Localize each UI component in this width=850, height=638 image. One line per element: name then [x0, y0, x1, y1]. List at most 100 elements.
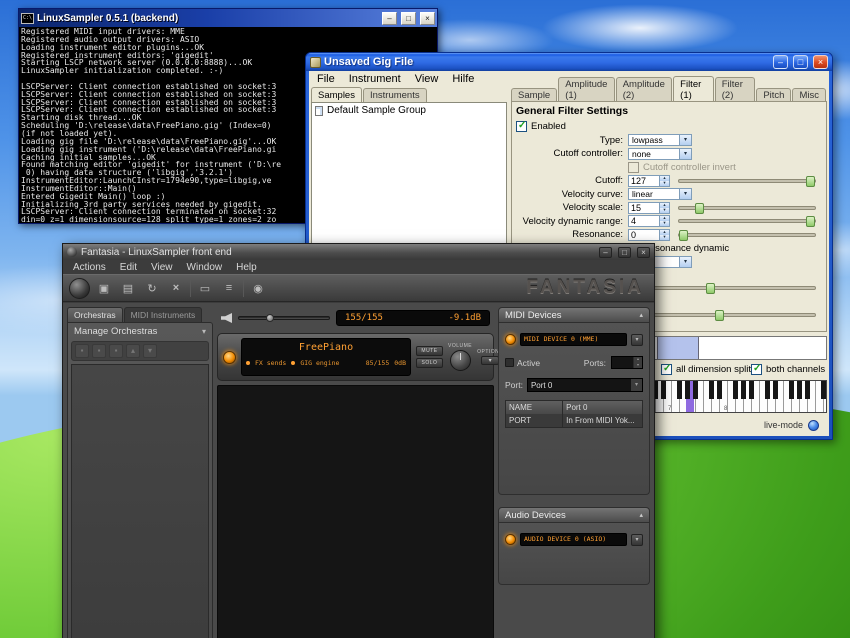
slider-handle[interactable]: [679, 230, 688, 241]
tab-sample[interactable]: Sample: [511, 88, 557, 102]
spinner-arrows-icon[interactable]: ▴▾: [659, 203, 669, 213]
velocity-dynamic-range-spinner[interactable]: 4 ▴▾: [628, 215, 670, 227]
audio-device-power-button[interactable]: [505, 534, 516, 545]
options-button[interactable]: ▾: [481, 356, 499, 365]
table-row[interactable]: PORT In From MIDI Yok...: [506, 414, 642, 427]
spinner-arrows-icon[interactable]: ▴▾: [659, 230, 669, 240]
fantasia-minimize-button[interactable]: –: [599, 247, 612, 258]
fantasia-close-button[interactable]: ×: [637, 247, 650, 258]
tree-item-default-sample-group[interactable]: Default Sample Group: [315, 105, 503, 116]
midi-devices-header[interactable]: MIDI Devices ▴: [498, 307, 650, 323]
midi-monitor-icon[interactable]: [195, 279, 215, 298]
filter-extra-slider-1[interactable]: [632, 286, 816, 290]
both-channels-checkbox[interactable]: [751, 364, 762, 375]
edit-orchestra-icon[interactable]: ▪: [109, 344, 123, 358]
gigedit-close-button[interactable]: ×: [813, 55, 828, 69]
volume-knob[interactable]: [450, 350, 471, 371]
channels-background-area[interactable]: [217, 385, 494, 638]
open-icon[interactable]: [118, 279, 138, 298]
velocity-scale-slider[interactable]: [678, 206, 816, 210]
velocity-curve-select[interactable]: linear: [628, 188, 692, 200]
gigedit-titlebar[interactable]: Unsaved Gig File – □ ×: [306, 53, 832, 71]
fantasia-maximize-button[interactable]: □: [618, 247, 631, 258]
fantasia-logo-button[interactable]: [69, 278, 90, 299]
console-close-button[interactable]: ×: [420, 12, 435, 25]
menu-hilfe[interactable]: Hilfe: [445, 72, 481, 86]
move-down-icon[interactable]: ▾: [143, 344, 157, 358]
new-channel-icon[interactable]: [94, 279, 114, 298]
active-checkbox[interactable]: [505, 358, 514, 367]
manage-orchestras-header[interactable]: Manage Orchestras ▾: [68, 323, 212, 340]
menu-actions[interactable]: Actions: [66, 262, 113, 273]
menu-instrument[interactable]: Instrument: [342, 72, 408, 86]
midi-device-menu-button[interactable]: ▾: [631, 334, 643, 346]
tab-orchestras[interactable]: Orchestras: [67, 307, 123, 322]
ports-spinner[interactable]: ▴▾: [611, 356, 643, 369]
spinner-arrows-icon[interactable]: ▴▾: [659, 216, 669, 226]
add-orchestra-icon[interactable]: ▪: [75, 344, 89, 358]
instruments-db-icon[interactable]: [219, 279, 239, 298]
tab-pitch[interactable]: Pitch: [756, 88, 791, 102]
orchestras-list[interactable]: [71, 364, 209, 638]
cutoff-slider[interactable]: [678, 179, 816, 183]
console-minimize-button[interactable]: –: [382, 12, 397, 25]
slider-knob[interactable]: [266, 314, 274, 322]
engine-label[interactable]: GIG engine: [300, 359, 339, 367]
cutoff-controller-select[interactable]: none: [628, 148, 692, 160]
slider-handle[interactable]: [706, 283, 715, 294]
mute-button[interactable]: MUTE: [416, 346, 443, 356]
filter-extra-slider-2[interactable]: [632, 313, 816, 317]
tab-samples[interactable]: Samples: [311, 87, 362, 102]
resonance-spinner[interactable]: 0 ▴▾: [628, 229, 670, 241]
master-volume-slider[interactable]: [238, 316, 330, 320]
refresh-icon[interactable]: [142, 279, 162, 298]
sampler-channel-strip[interactable]: FreePiano FX sends GIG engine 85/155 0dB…: [217, 333, 494, 381]
preferences-icon[interactable]: [248, 279, 268, 298]
audio-devices-header[interactable]: Audio Devices ▴: [498, 507, 650, 523]
solo-button[interactable]: SOLO: [416, 358, 443, 368]
velocity-scale-spinner[interactable]: 15 ▴▾: [628, 202, 670, 214]
slider-handle[interactable]: [695, 203, 704, 214]
port-select[interactable]: Port 0 ▾: [527, 378, 643, 392]
reset-sampler-icon[interactable]: [166, 279, 186, 298]
tab-midi-instruments[interactable]: MIDI Instruments: [124, 307, 203, 322]
resonance-slider[interactable]: [678, 233, 816, 237]
enabled-checkbox[interactable]: [516, 121, 527, 132]
velocity-dynamic-range-slider[interactable]: [678, 219, 816, 223]
tab-filter-2[interactable]: Filter (2): [715, 77, 756, 102]
gigedit-minimize-button[interactable]: –: [773, 55, 788, 69]
gigedit-maximize-button[interactable]: □: [793, 55, 808, 69]
channel-power-button[interactable]: [223, 351, 236, 364]
audio-device-menu-button[interactable]: ▾: [631, 534, 643, 546]
menu-file[interactable]: File: [310, 72, 342, 86]
midi-device-power-button[interactable]: [505, 334, 516, 345]
menu-window[interactable]: Window: [180, 262, 230, 273]
console-maximize-button[interactable]: □: [401, 12, 416, 25]
menu-view[interactable]: View: [408, 72, 446, 86]
cutoff-controller-invert-checkbox[interactable]: [628, 162, 639, 173]
slider-handle[interactable]: [806, 216, 815, 227]
tab-instruments[interactable]: Instruments: [363, 88, 427, 102]
type-select[interactable]: lowpass: [628, 134, 692, 146]
remove-orchestra-icon[interactable]: ▪: [92, 344, 106, 358]
spinner-arrows-icon[interactable]: ▴▾: [633, 357, 642, 368]
tab-amplitude-2[interactable]: Amplitude (2): [616, 77, 672, 102]
slider-handle[interactable]: [715, 310, 724, 321]
all-dimension-splits-checkbox[interactable]: [661, 364, 672, 375]
menu-help[interactable]: Help: [229, 262, 264, 273]
tab-amplitude-1[interactable]: Amplitude (1): [558, 77, 614, 102]
menu-edit[interactable]: Edit: [113, 262, 144, 273]
menu-view[interactable]: View: [144, 262, 180, 273]
selected-zone-segment[interactable]: [657, 337, 699, 359]
fantasia-titlebar[interactable]: Fantasia - LinuxSampler front end – □ ×: [63, 244, 654, 260]
tab-misc[interactable]: Misc: [792, 88, 826, 102]
slider-handle[interactable]: [806, 176, 815, 187]
cutoff-spinner[interactable]: 127 ▴▾: [628, 175, 670, 187]
fx-sends-label[interactable]: FX sends: [255, 359, 286, 367]
spinner-arrows-icon[interactable]: ▴▾: [659, 176, 669, 186]
move-up-icon[interactable]: ▴: [126, 344, 140, 358]
live-mode-toggle[interactable]: [808, 420, 819, 431]
tab-filter-1[interactable]: Filter (1): [673, 76, 714, 102]
console-titlebar[interactable]: C:\ LinuxSampler 0.5.1 (backend) – □ ×: [19, 9, 437, 27]
table-row[interactable]: NAME Port 0: [506, 401, 642, 414]
